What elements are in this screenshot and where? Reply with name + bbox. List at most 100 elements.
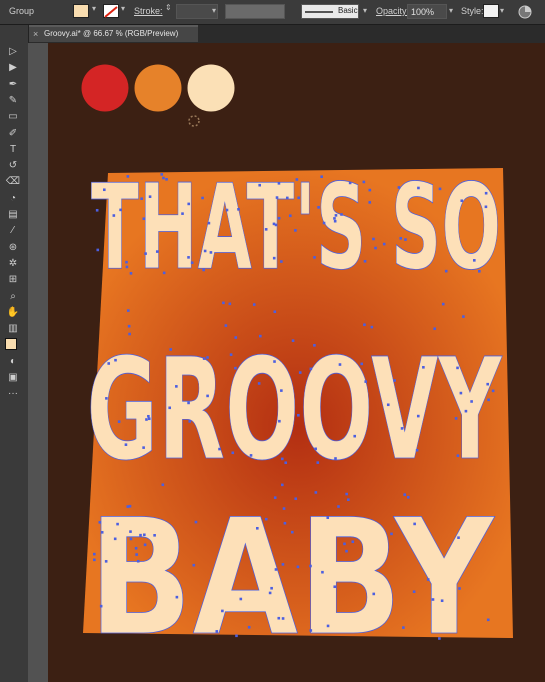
curvature-tool-icon[interactable]: ✎ (5, 94, 21, 108)
anchor-point (187, 202, 191, 206)
hand-tool-icon[interactable]: ✋ (5, 306, 21, 320)
palette-swatch-3[interactable] (187, 64, 235, 112)
anchor-point (403, 493, 407, 496)
anchor-point (147, 414, 150, 418)
shape-builder-tool-icon[interactable]: ◔ (5, 192, 21, 206)
artboard-tool-icon[interactable]: ⊞ (5, 273, 21, 287)
direct-selection-tool-icon[interactable]: ▶ (5, 61, 21, 75)
anchor-point (363, 259, 367, 263)
anchor-point (129, 272, 133, 275)
fill-stroke-swatches-icon[interactable] (5, 338, 21, 352)
draw-mode-icon[interactable]: ◐ (5, 355, 21, 369)
anchor-point (317, 206, 320, 209)
anchor-point (247, 625, 251, 629)
stroke-color-swatch[interactable] (103, 4, 119, 18)
anchor-point (351, 540, 355, 544)
selection-tool-icon[interactable]: ▷ (5, 45, 21, 59)
variable-width-profile[interactable] (225, 4, 285, 19)
anchor-point (441, 302, 445, 306)
anchor-point (93, 552, 96, 556)
document-tab[interactable]: × Groovy.ai* @ 66.67 % (RGB/Preview) (28, 25, 198, 42)
anchor-point (297, 413, 300, 417)
pen-tool-icon[interactable]: ✒ (5, 78, 21, 92)
anchor-point (273, 360, 276, 363)
screen-mode-icon[interactable]: ▣ (5, 371, 21, 385)
canvas-area[interactable]: THAT'S SO GROOVY BABY (28, 43, 545, 682)
anchor-point (162, 271, 166, 275)
anchor-point (257, 382, 261, 385)
anchor-point (368, 201, 372, 204)
symbol-sprayer-tool-icon[interactable]: ✲ (5, 257, 21, 271)
anchor-point (333, 217, 336, 220)
graphic-style-swatch[interactable] (483, 4, 499, 18)
anchor-point (416, 414, 420, 418)
close-tab-icon[interactable]: × (33, 29, 38, 39)
opacity-field[interactable]: 100% (407, 4, 447, 19)
anchor-point (136, 559, 140, 563)
stroke-dropdown-icon[interactable]: ▾ (121, 4, 125, 13)
anchor-point (237, 208, 240, 211)
fill-color-swatch[interactable] (73, 4, 89, 18)
anchor-point (190, 261, 194, 265)
anchor-point (309, 629, 313, 632)
anchor-point (322, 221, 326, 225)
eyedropper-tool-icon[interactable]: ⁄ (5, 224, 21, 238)
anchor-point (215, 630, 219, 633)
anchor-point (148, 195, 152, 198)
opacity-label[interactable]: Opacity: (376, 6, 409, 16)
headline-line-2[interactable]: GROOVY (86, 329, 503, 493)
anchor-point (417, 186, 420, 190)
stroke-weight-stepper-icon[interactable]: ⇕ (165, 3, 172, 12)
anchor-point (105, 397, 108, 400)
type-tool-icon[interactable]: T (5, 143, 21, 157)
zoom-tool-icon[interactable]: ⌕ (5, 290, 21, 304)
anchor-point (129, 530, 132, 533)
anchor-point (415, 448, 419, 452)
style-label: Style: (461, 6, 484, 16)
recolor-artwork-icon[interactable] (518, 5, 532, 19)
anchor-point (234, 366, 237, 370)
fill-dropdown-icon[interactable]: ▾ (92, 4, 96, 13)
anchor-point (374, 246, 377, 250)
palette-swatch-1[interactable] (81, 64, 129, 112)
rotate-tool-icon[interactable]: ↺ (5, 159, 21, 173)
palette-swatch-2[interactable] (134, 64, 182, 112)
blend-tool-icon[interactable]: ⊛ (5, 241, 21, 255)
brush-dropdown-icon[interactable]: ▾ (363, 6, 367, 15)
anchor-point (143, 533, 146, 537)
style-dropdown-icon[interactable]: ▾ (500, 6, 504, 15)
anchor-point (333, 585, 337, 589)
more-tools-icon[interactable]: ··· (5, 387, 21, 401)
opacity-value: 100% (411, 7, 435, 17)
anchor-point (128, 332, 131, 336)
column-graph-tool-icon[interactable]: ▥ (5, 322, 21, 336)
gradient-tool-icon[interactable]: ▤ (5, 208, 21, 222)
anchor-point (207, 221, 211, 225)
anchor-point (454, 417, 458, 420)
anchor-point (187, 401, 190, 405)
anchor-point (142, 446, 145, 449)
anchor-point (340, 213, 343, 216)
anchor-point (444, 269, 448, 273)
opacity-dropdown-icon[interactable]: ▾ (449, 6, 453, 15)
artboard[interactable]: THAT'S SO GROOVY BABY (48, 43, 545, 682)
rectangle-tool-icon[interactable]: ▭ (5, 110, 21, 124)
headline-line-3[interactable]: BABY (88, 484, 496, 672)
anchor-point (264, 228, 268, 231)
anchor-point (460, 199, 464, 203)
anchor-point (281, 617, 285, 620)
anchor-point (438, 637, 441, 640)
artwork[interactable]: THAT'S SOGROOVYBABY (48, 43, 545, 682)
anchor-point (142, 217, 146, 221)
anchor-point (201, 196, 204, 200)
anchor-point (353, 434, 357, 438)
anchor-point (364, 380, 368, 383)
anchor-point (316, 461, 320, 464)
anchor-point (169, 348, 172, 351)
anchor-point (98, 521, 102, 524)
stroke-weight-dropdown-icon[interactable]: ▾ (212, 6, 216, 15)
stroke-label[interactable]: Stroke: (134, 6, 163, 16)
paintbrush-tool-icon[interactable]: ✐ (5, 127, 21, 141)
eraser-tool-icon[interactable]: ⌫ (5, 175, 21, 189)
brush-definition-field[interactable]: Basic (301, 4, 359, 19)
